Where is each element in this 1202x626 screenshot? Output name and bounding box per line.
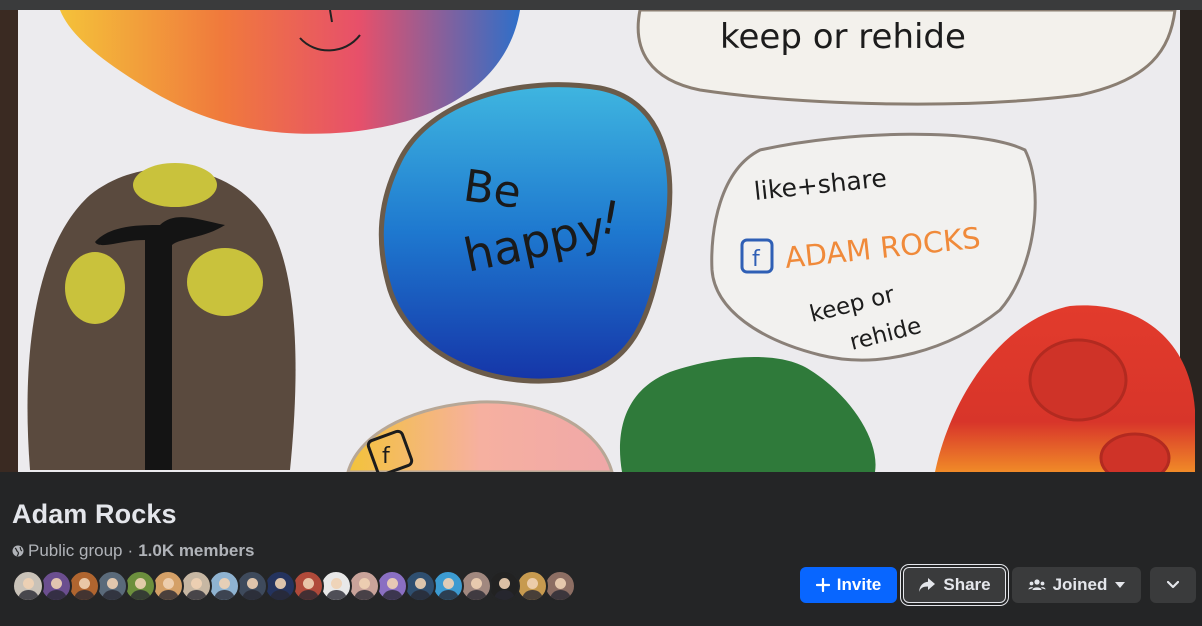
member-avatar[interactable] (152, 570, 184, 602)
pink-rock-f-logo: f (382, 444, 391, 469)
plus-icon (815, 578, 830, 592)
joined-button[interactable]: Joined (1012, 567, 1141, 603)
share-label: Share (943, 575, 991, 594)
member-avatar[interactable] (376, 570, 408, 602)
member-avatar[interactable] (460, 570, 492, 602)
member-avatar[interactable] (292, 570, 324, 602)
member-avatar[interactable] (96, 570, 128, 602)
member-count[interactable]: 1.0K members (138, 541, 254, 561)
member-avatar[interactable] (320, 570, 352, 602)
privacy-label[interactable]: Public group (28, 541, 123, 561)
member-avatar[interactable] (180, 570, 212, 602)
meta-separator: · (127, 541, 134, 560)
invite-button[interactable]: Invite (800, 567, 897, 603)
cover-photo[interactable]: keep or rehide Be happy ! like+share f A… (0, 10, 1202, 472)
member-avatar[interactable] (404, 570, 436, 602)
member-avatar[interactable] (12, 570, 44, 602)
member-avatar[interactable] (208, 570, 240, 602)
share-button[interactable]: Share (903, 567, 1006, 603)
rock-text-be: Be (460, 160, 524, 218)
member-avatar[interactable] (432, 570, 464, 602)
member-avatar[interactable] (40, 570, 72, 602)
joined-label: Joined (1052, 575, 1108, 594)
top-strip (0, 0, 1202, 10)
rock-text-keep-rehide: keep or rehide (720, 17, 966, 57)
chevron-down-icon (1167, 581, 1179, 589)
member-avatar[interactable] (236, 570, 268, 602)
globe-icon (12, 545, 24, 557)
group-name[interactable]: Adam Rocks (12, 499, 177, 530)
member-avatars (12, 570, 576, 602)
member-avatar[interactable] (124, 570, 156, 602)
rock-f-logo: f (752, 247, 761, 272)
share-arrow-icon (918, 577, 936, 593)
group-meta: Public group · 1.0K members (12, 541, 254, 561)
caret-down-icon (1115, 582, 1126, 588)
members-icon (1028, 578, 1046, 592)
member-avatar[interactable] (488, 570, 520, 602)
member-avatar[interactable] (516, 570, 548, 602)
member-avatar[interactable] (68, 570, 100, 602)
member-avatar[interactable] (348, 570, 380, 602)
invite-label: Invite (836, 575, 882, 594)
more-options-button[interactable] (1150, 567, 1196, 603)
member-avatar[interactable] (264, 570, 296, 602)
member-avatar[interactable] (544, 570, 576, 602)
